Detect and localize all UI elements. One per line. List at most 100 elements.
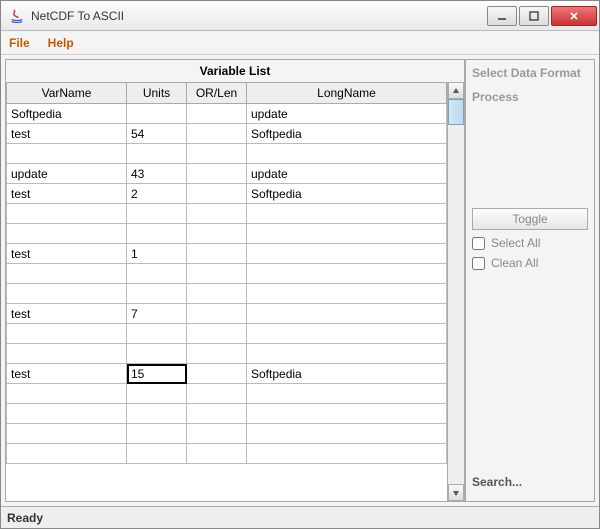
cell-longname[interactable]	[247, 224, 447, 244]
cell-units[interactable]: 2	[127, 184, 187, 204]
col-longname[interactable]: LongName	[247, 83, 447, 104]
cell-longname[interactable]: Softpedia	[247, 124, 447, 144]
cell-units[interactable]	[127, 144, 187, 164]
cell-orlen[interactable]	[187, 364, 247, 384]
col-varname[interactable]: VarName	[7, 83, 127, 104]
clean-all-box[interactable]	[472, 257, 485, 270]
cell-orlen[interactable]	[187, 224, 247, 244]
cell-orlen[interactable]	[187, 344, 247, 364]
table-row[interactable]	[7, 284, 447, 304]
cell-orlen[interactable]	[187, 104, 247, 124]
cell-units[interactable]: 54	[127, 124, 187, 144]
cell-orlen[interactable]	[187, 164, 247, 184]
cell-longname[interactable]	[247, 404, 447, 424]
cell-units[interactable]	[127, 264, 187, 284]
process-label[interactable]: Process	[472, 88, 588, 106]
cell-orlen[interactable]	[187, 204, 247, 224]
cell-units[interactable]: 7	[127, 304, 187, 324]
cell-longname[interactable]	[247, 424, 447, 444]
cell-orlen[interactable]	[187, 144, 247, 164]
cell-orlen[interactable]	[187, 324, 247, 344]
cell-longname[interactable]	[247, 244, 447, 264]
cell-longname[interactable]	[247, 304, 447, 324]
table-row[interactable]: test54 Softpedia	[7, 124, 447, 144]
cell-units[interactable]	[127, 204, 187, 224]
cell-units[interactable]: 15	[127, 364, 187, 384]
col-units[interactable]: Units	[127, 83, 187, 104]
cell-varname[interactable]	[7, 204, 127, 224]
cell-varname[interactable]: test	[7, 364, 127, 384]
cell-varname[interactable]: update	[7, 164, 127, 184]
table-row[interactable]: test1	[7, 244, 447, 264]
titlebar[interactable]: NetCDF To ASCII	[1, 1, 599, 31]
cell-units[interactable]	[127, 224, 187, 244]
close-button[interactable]	[551, 6, 597, 26]
cell-varname[interactable]: test	[7, 124, 127, 144]
scroll-up-arrow-icon[interactable]	[448, 82, 464, 99]
cell-longname[interactable]	[247, 384, 447, 404]
cell-orlen[interactable]	[187, 444, 247, 464]
cell-orlen[interactable]	[187, 264, 247, 284]
table-row[interactable]	[7, 344, 447, 364]
table-row[interactable]: test7	[7, 304, 447, 324]
cell-units[interactable]	[127, 104, 187, 124]
cell-varname[interactable]: Softpedia	[7, 104, 127, 124]
cell-varname[interactable]	[7, 144, 127, 164]
cell-longname[interactable]: Softpedia	[247, 364, 447, 384]
cell-units[interactable]	[127, 404, 187, 424]
menu-help[interactable]: Help	[48, 36, 74, 50]
table-row[interactable]: test15 Softpedia	[7, 364, 447, 384]
table-row[interactable]	[7, 424, 447, 444]
cell-longname[interactable]: Softpedia	[247, 184, 447, 204]
table-row[interactable]	[7, 444, 447, 464]
cell-varname[interactable]	[7, 264, 127, 284]
cell-longname[interactable]	[247, 144, 447, 164]
cell-longname[interactable]	[247, 444, 447, 464]
cell-units[interactable]	[127, 384, 187, 404]
cell-units[interactable]: 43	[127, 164, 187, 184]
cell-units[interactable]	[127, 324, 187, 344]
table-row[interactable]: update43update	[7, 164, 447, 184]
table-row[interactable]	[7, 264, 447, 284]
select-all-checkbox[interactable]: Select All	[472, 236, 588, 250]
cell-orlen[interactable]	[187, 404, 247, 424]
cell-longname[interactable]	[247, 204, 447, 224]
table-row[interactable]	[7, 404, 447, 424]
cell-varname[interactable]	[7, 344, 127, 364]
cell-orlen[interactable]	[187, 284, 247, 304]
cell-orlen[interactable]	[187, 124, 247, 144]
cell-varname[interactable]: test	[7, 304, 127, 324]
table-row[interactable]	[7, 204, 447, 224]
cell-orlen[interactable]	[187, 424, 247, 444]
cell-units[interactable]	[127, 284, 187, 304]
maximize-button[interactable]	[519, 6, 549, 26]
cell-varname[interactable]	[7, 404, 127, 424]
cell-longname[interactable]	[247, 284, 447, 304]
cell-units[interactable]	[127, 444, 187, 464]
search-label[interactable]: Search...	[472, 475, 588, 497]
cell-units[interactable]	[127, 424, 187, 444]
table-row[interactable]: Softpediaupdate	[7, 104, 447, 124]
cell-varname[interactable]	[7, 324, 127, 344]
cell-varname[interactable]	[7, 424, 127, 444]
table-row[interactable]	[7, 384, 447, 404]
cell-orlen[interactable]	[187, 384, 247, 404]
cell-longname[interactable]	[247, 324, 447, 344]
vertical-scrollbar[interactable]	[447, 82, 464, 501]
cell-longname[interactable]	[247, 344, 447, 364]
cell-orlen[interactable]	[187, 304, 247, 324]
cell-orlen[interactable]	[187, 184, 247, 204]
cell-longname[interactable]	[247, 264, 447, 284]
select-data-format-label[interactable]: Select Data Format	[472, 64, 588, 82]
cell-orlen[interactable]	[187, 244, 247, 264]
cell-longname[interactable]: update	[247, 164, 447, 184]
scroll-track[interactable]	[448, 99, 464, 484]
table-row[interactable]	[7, 224, 447, 244]
table-row[interactable]	[7, 324, 447, 344]
cell-varname[interactable]	[7, 444, 127, 464]
cell-units[interactable]	[127, 344, 187, 364]
menu-file[interactable]: File	[9, 36, 30, 50]
variable-table[interactable]: VarName Units OR/Len LongName Softpediau…	[6, 82, 447, 464]
clean-all-checkbox[interactable]: Clean All	[472, 256, 588, 270]
scroll-thumb[interactable]	[448, 99, 464, 125]
